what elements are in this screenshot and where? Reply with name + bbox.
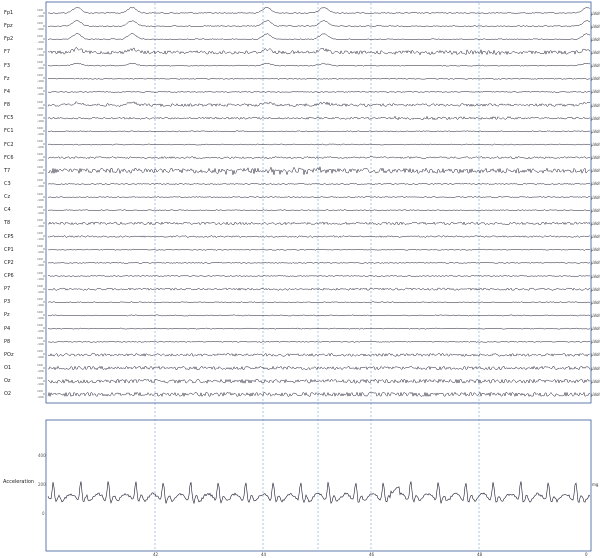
eeg-trace-c4 (47, 209, 591, 212)
eeg-trace-fp1 (47, 6, 591, 14)
eeg-trace-poz (47, 352, 591, 357)
time-tick-end: 0 (585, 552, 588, 557)
eeg-trace-cp5 (47, 235, 591, 238)
eeg-trace-p3 (47, 301, 590, 304)
eeg-trace-f3 (47, 62, 591, 67)
eeg-trace-fc6 (47, 156, 591, 160)
eeg-trace-f4 (47, 91, 591, 93)
eeg-trace-fz (47, 77, 591, 80)
time-tick-42: 42 (153, 552, 159, 557)
accel-tick-400: 400 (38, 453, 46, 458)
eeg-trace-t7 (47, 166, 591, 176)
eeg-traces (47, 6, 591, 398)
eeg-trace-p4 (47, 327, 591, 330)
eeg-trace-o2 (47, 391, 591, 398)
eeg-trace-cp2 (47, 261, 591, 264)
time-tick-46: 46 (369, 552, 375, 557)
eeg-trace-fc5 (47, 115, 591, 121)
eeg-trace-f8 (47, 101, 591, 108)
eeg-panel-frame (45, 1, 592, 404)
acceleration-waveform (47, 481, 591, 505)
eeg-trace-p7 (47, 287, 591, 291)
eeg-trace-fc2 (47, 143, 591, 146)
eeg-trace-cz (47, 196, 590, 198)
eeg-trace-o1 (47, 365, 591, 371)
acceleration-panel-frame (45, 419, 592, 552)
eeg-trace-cp6 (47, 275, 591, 277)
acceleration-trace (47, 481, 591, 505)
accel-tick-0: 0 (42, 511, 45, 516)
eeg-trace-pz (47, 314, 591, 317)
eeg-trace-fp2 (47, 33, 591, 41)
eeg-trace-cp1 (47, 248, 591, 251)
eeg-trace-fc1 (47, 130, 591, 133)
eeg-trace-f7 (47, 47, 591, 56)
eeg-trace-fpz (47, 19, 591, 28)
accel-unit: mg (592, 482, 599, 487)
acceleration-label: Acceleration (3, 479, 35, 485)
accel-tick-200: 200 (38, 482, 46, 487)
eeg-trace-oz (47, 378, 591, 385)
time-tick-44: 44 (261, 552, 267, 557)
eeg-trace-t8 (47, 221, 591, 226)
time-tick-48: 48 (477, 552, 483, 557)
eeg-trace-c3 (47, 182, 591, 185)
eeg-trace-p8 (47, 340, 590, 343)
eeg-viewer[interactable] (0, 0, 600, 558)
